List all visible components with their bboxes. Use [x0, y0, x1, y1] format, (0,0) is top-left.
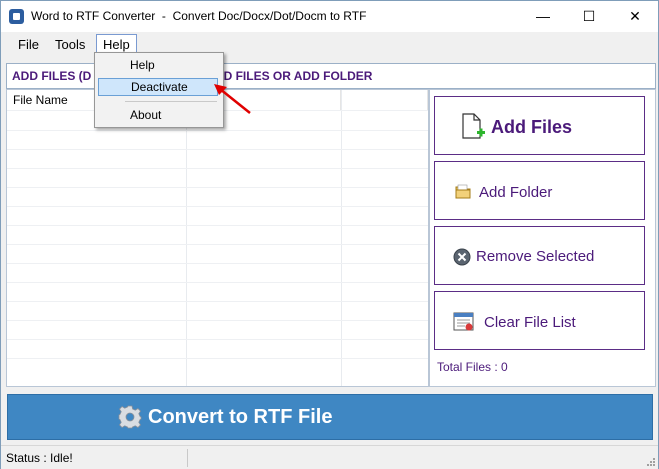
app-icon — [9, 9, 24, 24]
grid-line — [7, 358, 428, 359]
clear-file-list-button[interactable]: Clear File List — [434, 291, 645, 350]
add-folder-label: Add Folder — [479, 184, 553, 201]
clear-list-icon — [453, 312, 474, 331]
grid-line — [7, 149, 428, 150]
convert-label: Convert to RTF File — [148, 406, 333, 428]
grid-line — [7, 301, 428, 302]
grid-line — [7, 263, 428, 264]
document-plus-icon — [462, 113, 485, 139]
action-panel: Add Files Add Folder Remove Selected Cle… — [429, 89, 656, 387]
help-dropdown-menu: Help Deactivate About — [94, 52, 224, 128]
title-bar: Word to RTF Converter - Convert Doc/Docx… — [1, 1, 658, 32]
menu-item-deactivate[interactable]: Deactivate — [98, 78, 218, 96]
window-title: Word to RTF Converter - Convert Doc/Docx… — [31, 9, 367, 23]
grid-line — [7, 282, 428, 283]
grid-line — [7, 320, 428, 321]
maximize-button[interactable]: ☐ — [566, 1, 612, 32]
status-text: Status : Idle! — [6, 451, 73, 465]
close-button[interactable]: ✕ — [612, 1, 658, 32]
menu-tools[interactable]: Tools — [49, 37, 91, 52]
clear-file-list-label: Clear File List — [484, 314, 576, 331]
grid-line — [341, 90, 342, 386]
file-list-table[interactable]: File Name — [6, 89, 429, 387]
grid-line — [7, 339, 428, 340]
grid-line — [7, 225, 428, 226]
add-files-label: Add Files — [491, 117, 573, 137]
grid-line — [7, 168, 428, 169]
remove-selected-label: Remove Selected — [476, 248, 595, 265]
convert-button[interactable]: Convert to RTF File — [7, 394, 653, 440]
status-bar: Status : Idle! — [1, 445, 658, 469]
grid-line — [7, 187, 428, 188]
remove-icon — [453, 248, 471, 266]
menu-file[interactable]: File — [12, 37, 45, 52]
column-3[interactable] — [341, 90, 428, 110]
grid-line — [7, 244, 428, 245]
grid-line — [186, 90, 187, 386]
menu-item-about[interactable]: About — [98, 106, 218, 124]
gear-icon — [118, 405, 142, 429]
resize-grip-icon[interactable] — [645, 456, 655, 466]
grid-line — [7, 130, 428, 131]
status-divider — [187, 449, 188, 467]
red-arrow-icon — [214, 84, 251, 114]
menu-item-help[interactable]: Help — [98, 56, 218, 74]
remove-selected-button[interactable]: Remove Selected — [434, 226, 645, 285]
add-folder-button[interactable]: Add Folder — [434, 161, 645, 220]
menu-separator — [125, 101, 217, 102]
total-files-count: Total Files : 0 — [437, 360, 508, 374]
folder-icon — [455, 184, 471, 199]
add-files-button[interactable]: Add Files — [434, 96, 645, 155]
grid-line — [7, 206, 428, 207]
minimize-button[interactable]: — — [520, 1, 566, 32]
